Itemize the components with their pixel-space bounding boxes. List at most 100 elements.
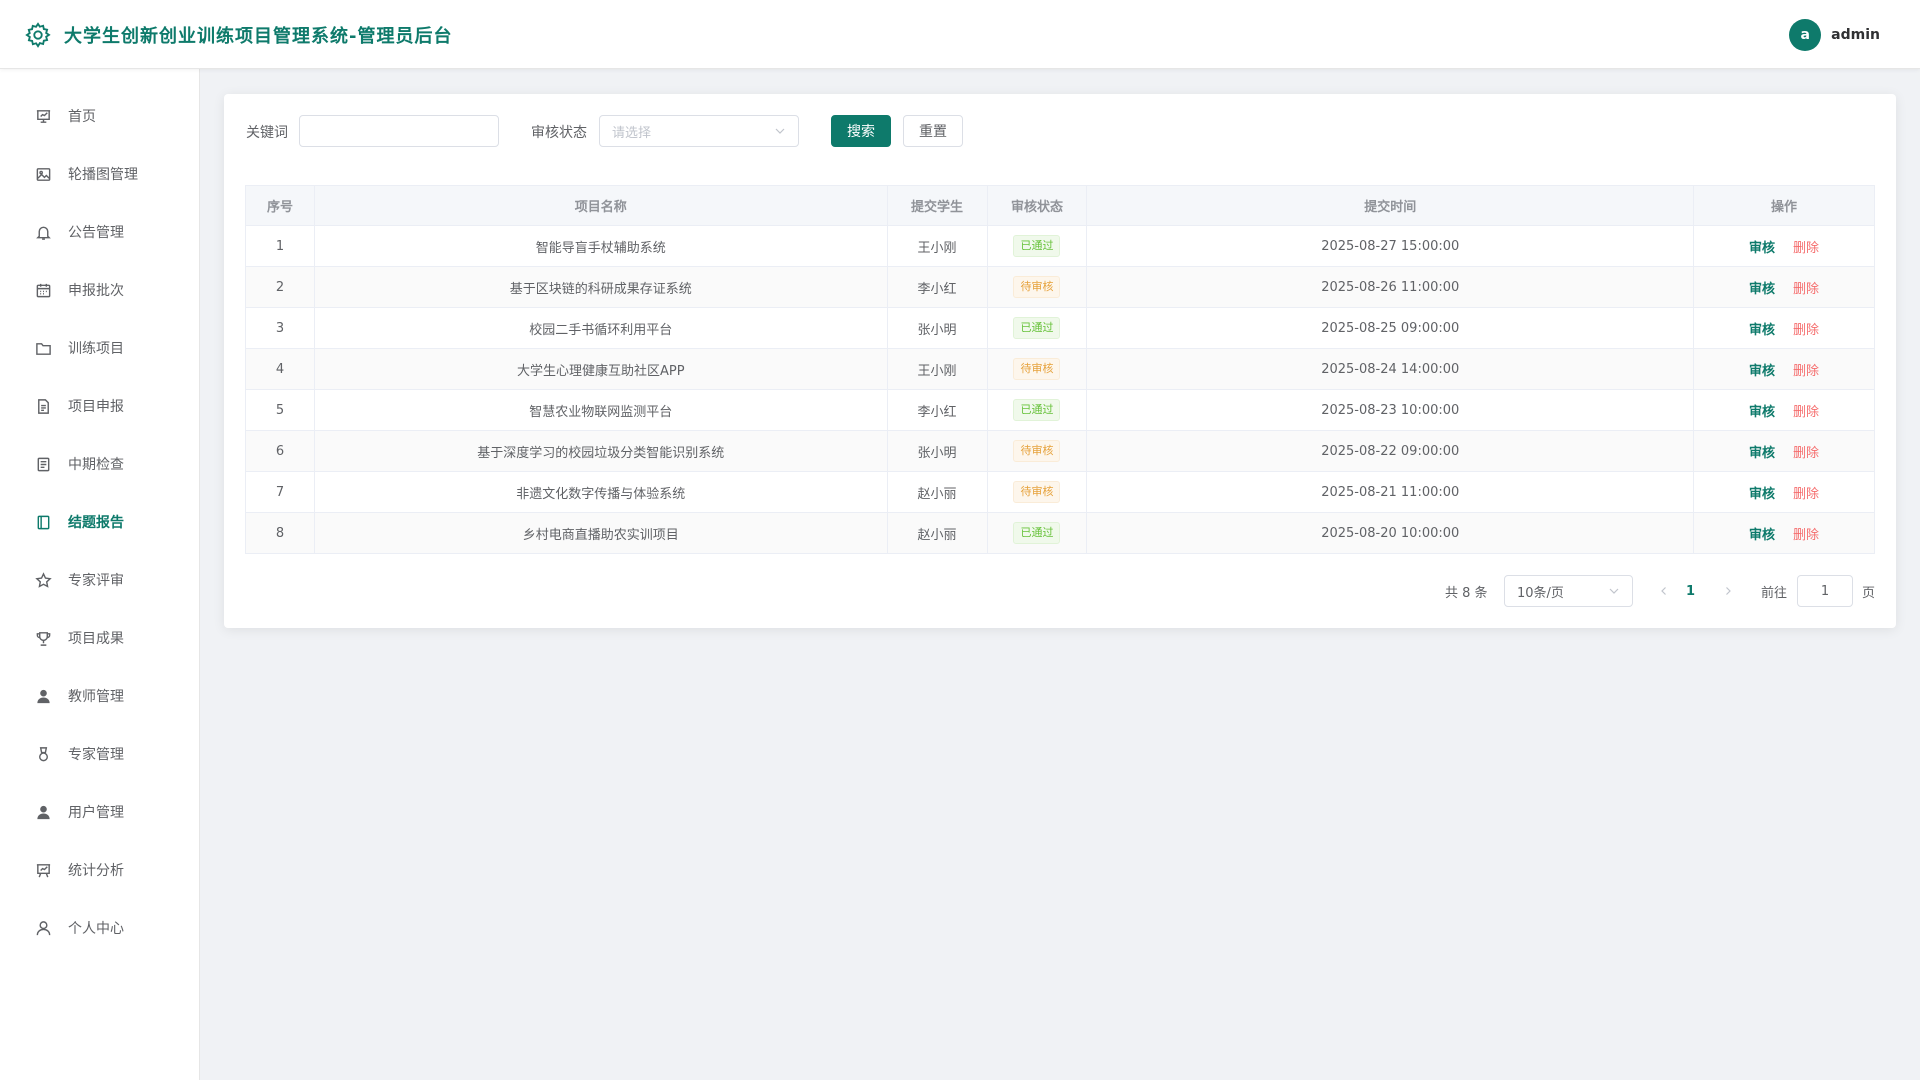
sidebar-item-teachers[interactable]: 教师管理: [0, 674, 199, 718]
cell-student: 赵小丽: [886, 471, 988, 513]
sidebar-item-expert-review[interactable]: 专家评审: [0, 558, 199, 602]
delete-button[interactable]: 删除: [1793, 405, 1819, 420]
goto-page-input[interactable]: 1: [1797, 575, 1853, 607]
chevron-down-icon: [775, 128, 785, 134]
sidebar-item-carousel[interactable]: 轮播图管理: [0, 152, 199, 196]
cell-student: 李小红: [886, 389, 988, 431]
sidebar-item-users[interactable]: 用户管理: [0, 790, 199, 834]
medal-icon: [34, 745, 52, 763]
review-button[interactable]: 审核: [1749, 323, 1775, 338]
notebook-icon: [34, 513, 52, 531]
delete-button[interactable]: 删除: [1793, 446, 1819, 461]
table-row: 5 智慧农业物联网监测平台 李小红 已通过 2025-08-23 10:00:00 审核 删…: [245, 389, 1875, 431]
sidebar: 首页 轮播图管理 公告管理 申报批次 训练项目 项目申报 中期检查 结题报告 专…: [0, 69, 200, 1080]
sidebar-item-announcements[interactable]: 公告管理: [0, 210, 199, 254]
cell-actions: 审核 删除: [1693, 471, 1875, 513]
delete-button[interactable]: 删除: [1793, 487, 1819, 502]
table-row: 3 校园二手书循环利用平台 张小明 已通过 2025-08-25 09:00:00 审核 删…: [245, 307, 1875, 349]
status-badge: 待审核: [1013, 276, 1061, 298]
table-row: 7 非遗文化数字传播与体验系统 赵小丽 待审核 2025-08-21 11:00:00 审…: [245, 471, 1875, 513]
sidebar-item-applications[interactable]: 项目申报: [0, 384, 199, 428]
table-header-row: 序号 项目名称 提交学生 审核状态 提交时间 操作: [245, 185, 1875, 226]
sidebar-item-statistics[interactable]: 统计分析: [0, 848, 199, 892]
sidebar-item-experts[interactable]: 专家管理: [0, 732, 199, 776]
cell-project-name: 智慧农业物联网监测平台: [313, 389, 888, 431]
prev-page-button[interactable]: [1654, 581, 1674, 601]
cell-student: 王小刚: [886, 348, 988, 390]
reset-button[interactable]: 重置: [903, 115, 963, 147]
gear-icon: [25, 22, 51, 48]
review-button[interactable]: 审核: [1749, 364, 1775, 379]
review-button[interactable]: 审核: [1749, 487, 1775, 502]
sidebar-item-achievements[interactable]: 项目成果: [0, 616, 199, 660]
cell-submit-time: 2025-08-24 14:00:00: [1086, 348, 1695, 390]
cell-index: 1: [245, 225, 315, 267]
cell-index: 3: [245, 307, 315, 349]
status-select-placeholder: 请选择: [612, 125, 652, 141]
cell-project-name: 大学生心理健康互助社区APP: [313, 348, 888, 390]
sidebar-item-label: 项目申报: [68, 399, 124, 415]
delete-button[interactable]: 删除: [1793, 323, 1819, 338]
keyword-label: 关键词: [246, 125, 288, 141]
sidebar-item-label: 首页: [68, 109, 96, 125]
cell-status: 已通过: [986, 512, 1088, 554]
sidebar-item-projects[interactable]: 训练项目: [0, 326, 199, 370]
sidebar-item-batches[interactable]: 申报批次: [0, 268, 199, 312]
review-button[interactable]: 审核: [1749, 528, 1775, 543]
column-header-submit-time: 提交时间: [1086, 185, 1695, 226]
cell-submit-time: 2025-08-22 09:00:00: [1086, 430, 1695, 472]
cell-submit-time: 2025-08-20 10:00:00: [1086, 512, 1695, 554]
review-button[interactable]: 审核: [1749, 241, 1775, 256]
status-select[interactable]: 请选择: [599, 115, 799, 147]
next-page-button[interactable]: [1718, 581, 1738, 601]
cell-index: 5: [245, 389, 315, 431]
sidebar-item-profile[interactable]: 个人中心: [0, 906, 199, 950]
sidebar-item-midterm[interactable]: 中期检查: [0, 442, 199, 486]
sidebar-item-label: 项目成果: [68, 631, 124, 647]
status-badge: 已通过: [1013, 317, 1061, 339]
cell-status: 待审核: [986, 430, 1088, 472]
cell-project-name: 乡村电商直播助农实训项目: [313, 512, 888, 554]
user-menu[interactable]: a admin: [1789, 19, 1880, 51]
data-board-icon: [34, 861, 52, 879]
folder-icon: [34, 339, 52, 357]
sidebar-item-label: 个人中心: [68, 921, 124, 937]
delete-button[interactable]: 删除: [1793, 241, 1819, 256]
status-badge: 已通过: [1013, 522, 1061, 544]
cell-index: 6: [245, 430, 315, 472]
delete-button[interactable]: 删除: [1793, 282, 1819, 297]
table-row: 8 乡村电商直播助农实训项目 赵小丽 已通过 2025-08-20 10:00:00 审核…: [245, 512, 1875, 554]
keyword-input[interactable]: [299, 115, 499, 147]
cell-actions: 审核 删除: [1693, 430, 1875, 472]
review-button[interactable]: 审核: [1749, 446, 1775, 461]
sidebar-item-home[interactable]: 首页: [0, 94, 199, 138]
cell-status: 已通过: [986, 389, 1088, 431]
user-solid-icon: [34, 803, 52, 821]
cell-submit-time: 2025-08-23 10:00:00: [1086, 389, 1695, 431]
cell-student: 张小明: [886, 307, 988, 349]
sidebar-item-label: 统计分析: [68, 863, 124, 879]
review-button[interactable]: 审核: [1749, 405, 1775, 420]
page-size-select[interactable]: 10条/页: [1504, 575, 1633, 607]
sidebar-item-final-report[interactable]: 结题报告: [0, 500, 199, 544]
top-header: 大学生创新创业训练项目管理系统-管理员后台 a admin: [0, 0, 1920, 69]
delete-button[interactable]: 删除: [1793, 528, 1819, 543]
username[interactable]: admin: [1831, 27, 1880, 43]
cell-submit-time: 2025-08-21 11:00:00: [1086, 471, 1695, 513]
document-icon: [34, 397, 52, 415]
cell-status: 待审核: [986, 471, 1088, 513]
picture-icon: [34, 165, 52, 183]
search-button[interactable]: 搜索: [831, 115, 891, 147]
page-number-current[interactable]: 1: [1686, 575, 1695, 607]
status-badge: 待审核: [1013, 440, 1061, 462]
status-badge: 待审核: [1013, 481, 1061, 503]
avatar[interactable]: a: [1789, 19, 1822, 51]
sidebar-item-label: 专家评审: [68, 573, 124, 589]
review-button[interactable]: 审核: [1749, 282, 1775, 297]
cell-student: 李小红: [886, 266, 988, 308]
delete-button[interactable]: 删除: [1793, 364, 1819, 379]
presentation-icon: [34, 107, 52, 125]
table-row: 2 基于区块链的科研成果存证系统 李小红 待审核 2025-08-26 11:00:00…: [245, 266, 1875, 308]
cell-project-name: 基于深度学习的校园垃圾分类智能识别系统: [313, 430, 888, 472]
column-header-project-name: 项目名称: [313, 185, 888, 226]
